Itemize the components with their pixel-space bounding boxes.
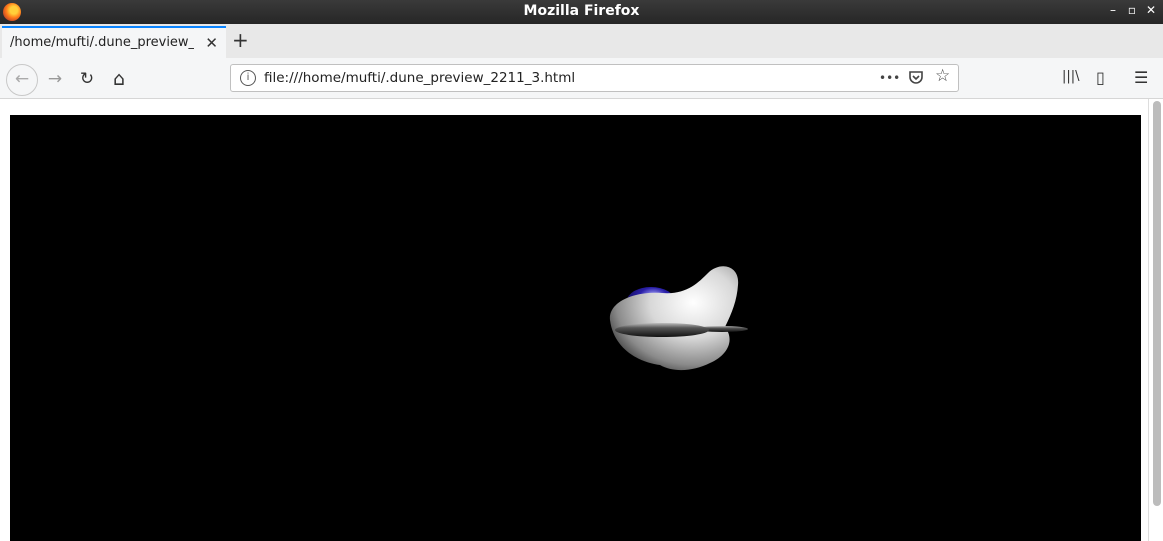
tab-dune-preview[interactable]: /home/mufti/.dune_preview_ ✕: [2, 26, 226, 58]
close-window-button[interactable]: ✕: [1143, 3, 1159, 17]
minimize-button[interactable]: –: [1105, 3, 1121, 17]
site-info-icon[interactable]: i: [240, 70, 256, 86]
back-button[interactable]: ←: [6, 64, 38, 96]
pocket-icon[interactable]: [908, 69, 924, 89]
library-icon[interactable]: |||\: [1062, 69, 1080, 84]
new-tab-button[interactable]: +: [232, 30, 249, 50]
title-bar: Mozilla Firefox – ▫ ✕: [0, 0, 1163, 24]
close-tab-icon[interactable]: ✕: [205, 34, 218, 52]
page-actions-icon[interactable]: •••: [879, 71, 900, 85]
maximize-button[interactable]: ▫: [1124, 3, 1140, 17]
tab-strip: /home/mufti/.dune_preview_ ✕ +: [0, 24, 1163, 59]
window-title: Mozilla Firefox: [523, 3, 640, 19]
page-content: [0, 99, 1163, 541]
vertical-scrollbar[interactable]: [1153, 101, 1161, 506]
left-wing: [615, 323, 709, 337]
reload-button[interactable]: ↻: [72, 64, 102, 94]
menu-icon[interactable]: ☰: [1134, 68, 1148, 87]
tab-label: /home/mufti/.dune_preview_: [10, 35, 194, 50]
forward-button[interactable]: →: [40, 64, 70, 94]
bookmark-star-icon[interactable]: ☆: [935, 66, 950, 86]
url-bar[interactable]: i file:///home/mufti/.dune_preview_2211_…: [230, 64, 959, 92]
home-button[interactable]: ⌂: [104, 64, 134, 94]
spaceship-model: [609, 266, 748, 371]
divider: [1148, 99, 1149, 541]
url-text[interactable]: file:///home/mufti/.dune_preview_2211_3.…: [264, 70, 575, 86]
webgl-viewport[interactable]: [10, 115, 1141, 541]
navigation-toolbar: ← → ↻ ⌂ i file:///home/mufti/.dune_previ…: [0, 58, 1163, 99]
hull: [609, 266, 739, 371]
sidebar-icon[interactable]: ▯: [1096, 68, 1105, 87]
